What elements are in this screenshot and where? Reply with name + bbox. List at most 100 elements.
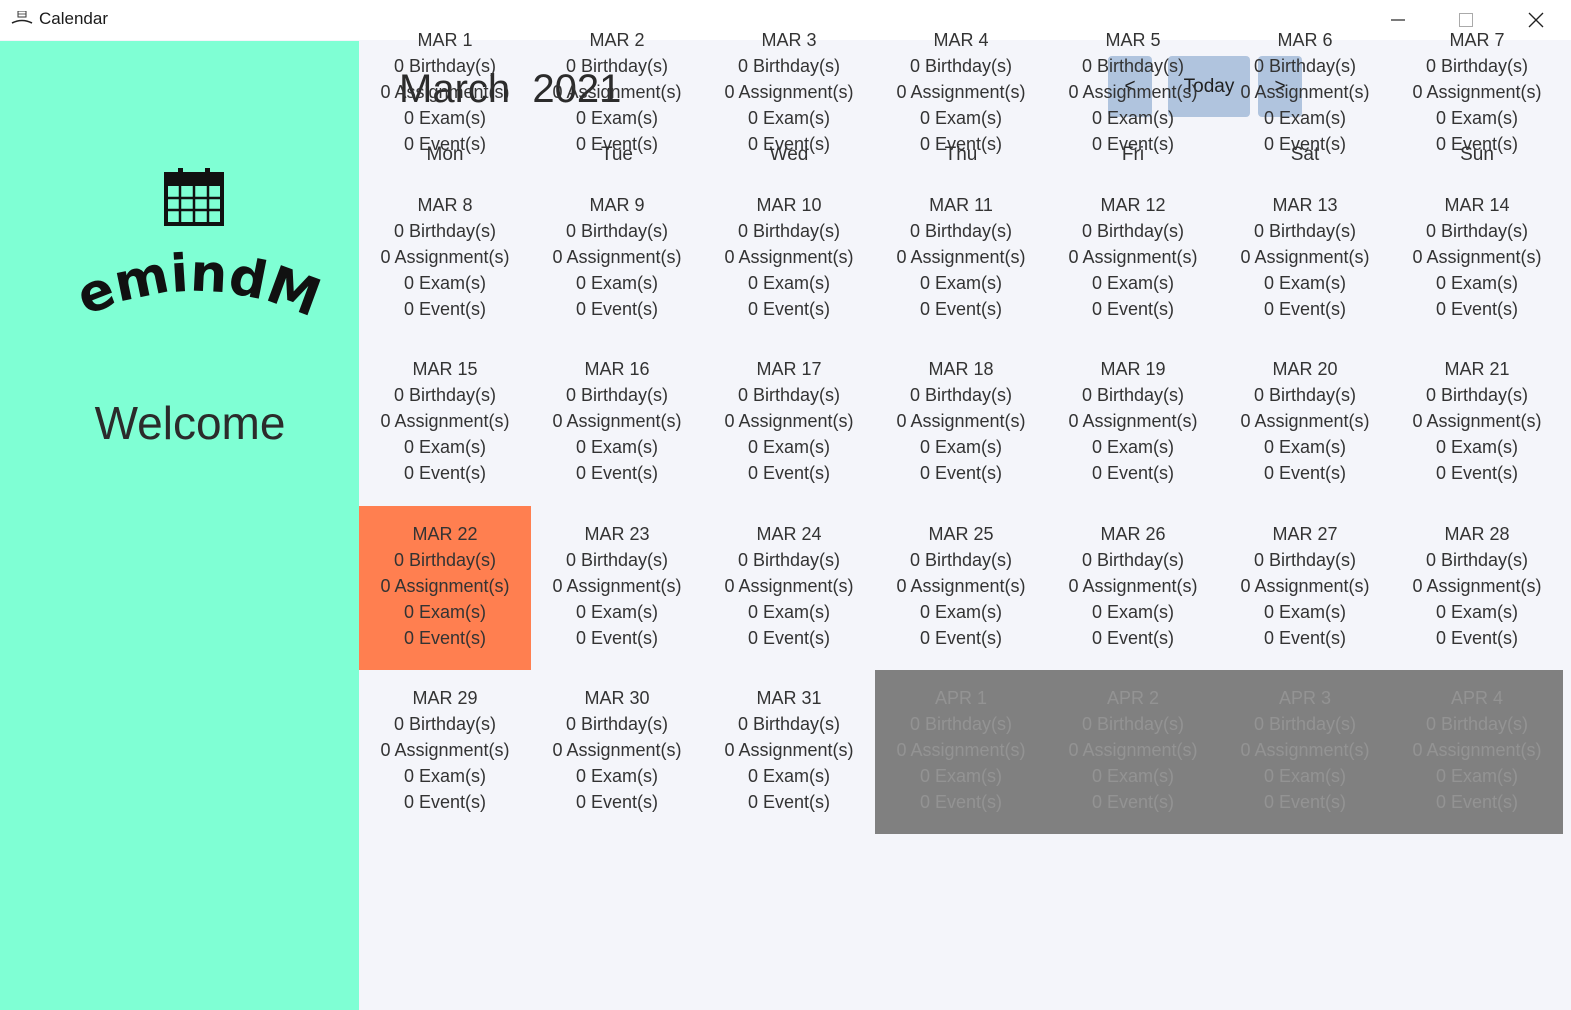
assignment-count: 0 Assignment(s) [380,575,510,596]
exam-count: 0 Exam(s) [1435,766,1518,786]
birthday-count: 0 Birthday(s) [1425,220,1529,241]
assignment-count: 0 Assignment(s) [1068,246,1198,267]
assignment-count: 0 Assignment(s) [1412,411,1542,431]
exam-count: 0 Exam(s) [403,108,486,128]
day-cell[interactable]: MAR 15 0 Birthday(s) 0 Assignment(s) 0 Exam… [359,341,531,505]
day-cell[interactable]: APR 4 0 Birthday(s) 0 Assignment(s) 0 Exam(… [1391,670,1563,834]
day-date: APR 1 [934,688,988,708]
birthday-count: 0 Birthday(s) [565,56,669,76]
event-count: 0 Event(s) [919,627,1003,648]
day-cell[interactable]: MAR 22 0 Birthday(s) 0 Assignment(s) 0 Exam… [359,505,531,670]
day-cell[interactable]: MAR 4 0 Birthday(s) 0 Assignment(s) 0 Exam(… [875,12,1047,176]
day-cell[interactable]: MAR 31 0 Birthday(s) 0 Assignment(s) 0 Exam… [703,670,875,834]
exam-count: 0 Exam(s) [919,108,1002,128]
exam-count: 0 Exam(s) [919,272,1002,293]
event-count: 0 Event(s) [1435,792,1519,812]
day-date: MAR 9 [589,194,645,215]
day-cell[interactable]: MAR 26 0 Birthday(s) 0 Assignment(s) 0 Exam… [1047,506,1219,670]
event-count: 0 Event(s) [403,627,487,648]
remindme-logo: RemindMe [60,226,328,326]
day-cell[interactable]: MAR 23 0 Birthday(s) 0 Assignment(s) 0 Exam… [531,506,703,670]
exam-count: 0 Exam(s) [1263,601,1346,622]
birthday-count: 0 Birthday(s) [909,220,1013,241]
day-date: APR 4 [1450,688,1504,708]
assignment-count: 0 Assignment(s) [1412,246,1542,267]
birthday-count: 0 Birthday(s) [565,549,669,570]
day-cell[interactable]: APR 3 0 Birthday(s) 0 Assignment(s) 0 Exam(… [1219,670,1391,834]
exam-count: 0 Exam(s) [1091,437,1174,457]
event-count: 0 Event(s) [575,134,659,154]
day-cell[interactable]: MAR 29 0 Birthday(s) 0 Assignment(s) 0 Exam… [359,670,531,834]
day-cell[interactable]: MAR 17 0 Birthday(s) 0 Assignment(s) 0 Exam… [703,341,875,505]
exam-count: 0 Exam(s) [575,766,658,786]
birthday-count: 0 Birthday(s) [1425,714,1529,734]
day-date: MAR 31 [756,688,822,708]
day-cell[interactable]: MAR 10 0 Birthday(s) 0 Assignment(s) 0 Exam… [703,177,875,341]
birthday-count: 0 Birthday(s) [1253,385,1357,405]
day-date: MAR 22 [412,523,478,544]
day-cell[interactable]: MAR 18 0 Birthday(s) 0 Assignment(s) 0 Exam… [875,341,1047,505]
birthday-count: 0 Birthday(s) [565,385,669,405]
event-count: 0 Event(s) [747,298,831,319]
day-cell[interactable]: MAR 5 0 Birthday(s) 0 Assignment(s) 0 Exam(… [1047,12,1219,176]
assignment-count: 0 Assignment(s) [1068,411,1198,431]
day-date: MAR 18 [928,359,994,379]
day-cell[interactable]: MAR 13 0 Birthday(s) 0 Assignment(s) 0 Exam… [1219,177,1391,341]
event-count: 0 Event(s) [1435,298,1519,319]
day-cell[interactable]: MAR 16 0 Birthday(s) 0 Assignment(s) 0 Exam… [531,341,703,505]
event-count: 0 Event(s) [747,134,831,154]
birthday-count: 0 Birthday(s) [1425,56,1529,76]
day-cell[interactable]: MAR 27 0 Birthday(s) 0 Assignment(s) 0 Exam… [1219,506,1391,670]
day-date: MAR 1 [417,30,473,50]
event-count: 0 Event(s) [1091,463,1175,483]
exam-count: 0 Exam(s) [575,601,658,622]
day-date: MAR 23 [584,523,650,544]
day-cell[interactable]: MAR 14 0 Birthday(s) 0 Assignment(s) 0 Exam… [1391,177,1563,341]
day-cell[interactable]: MAR 1 0 Birthday(s) 0 Assignment(s) 0 Exam(… [359,12,531,176]
assignment-count: 0 Assignment(s) [1240,740,1370,760]
assignment-count: 0 Assignment(s) [1412,575,1542,596]
birthday-count: 0 Birthday(s) [737,549,841,570]
assignment-count: 0 Assignment(s) [380,246,510,267]
day-date: MAR 21 [1444,359,1510,379]
day-cell[interactable]: MAR 7 0 Birthday(s) 0 Assignment(s) 0 Exam(… [1391,12,1563,176]
birthday-count: 0 Birthday(s) [737,220,841,241]
event-count: 0 Event(s) [1091,134,1175,154]
day-cell[interactable]: MAR 6 0 Birthday(s) 0 Assignment(s) 0 Exam(… [1219,12,1391,176]
day-cell[interactable]: APR 1 0 Birthday(s) 0 Assignment(s) 0 Exam(… [875,670,1047,834]
exam-count: 0 Exam(s) [1435,601,1518,622]
day-cell[interactable]: MAR 12 0 Birthday(s) 0 Assignment(s) 0 Exam… [1047,177,1219,341]
day-cell[interactable]: MAR 3 0 Birthday(s) 0 Assignment(s) 0 Exam(… [703,12,875,176]
event-count: 0 Event(s) [747,627,831,648]
event-count: 0 Event(s) [1435,463,1519,483]
assignment-count: 0 Assignment(s) [896,575,1026,596]
birthday-count: 0 Birthday(s) [1253,549,1357,570]
day-cell[interactable]: MAR 28 0 Birthday(s) 0 Assignment(s) 0 Exam… [1391,506,1563,670]
day-cell[interactable]: MAR 2 0 Birthday(s) 0 Assignment(s) 0 Exam(… [531,12,703,176]
assignment-count: 0 Assignment(s) [552,740,682,760]
day-date: MAR 27 [1272,523,1338,544]
exam-count: 0 Exam(s) [1091,766,1174,786]
event-count: 0 Event(s) [1091,792,1175,812]
day-cell[interactable]: MAR 19 0 Birthday(s) 0 Assignment(s) 0 Exam… [1047,341,1219,505]
day-cell[interactable]: MAR 11 0 Birthday(s) 0 Assignment(s) 0 Exam… [875,177,1047,341]
event-count: 0 Event(s) [919,298,1003,319]
day-cell[interactable]: MAR 25 0 Birthday(s) 0 Assignment(s) 0 Exam… [875,506,1047,670]
day-date: MAR 5 [1105,30,1161,50]
day-cell[interactable]: MAR 21 0 Birthday(s) 0 Assignment(s) 0 Exam… [1391,341,1563,505]
assignment-count: 0 Assignment(s) [1240,411,1370,431]
exam-count: 0 Exam(s) [1091,601,1174,622]
day-cell[interactable]: MAR 9 0 Birthday(s) 0 Assignment(s) 0 Exam(… [531,177,703,341]
day-cell[interactable]: MAR 20 0 Birthday(s) 0 Assignment(s) 0 Exam… [1219,341,1391,505]
assignment-count: 0 Assignment(s) [380,411,510,431]
day-cell[interactable]: MAR 8 0 Birthday(s) 0 Assignment(s) 0 Exam(… [359,177,531,341]
day-date: MAR 17 [756,359,822,379]
day-cell[interactable]: APR 2 0 Birthday(s) 0 Assignment(s) 0 Exam(… [1047,670,1219,834]
day-date: APR 3 [1278,688,1332,708]
assignment-count: 0 Assignment(s) [380,82,510,102]
birthday-count: 0 Birthday(s) [1081,56,1185,76]
assignment-count: 0 Assignment(s) [896,740,1026,760]
day-date: MAR 12 [1100,194,1166,215]
day-cell[interactable]: MAR 30 0 Birthday(s) 0 Assignment(s) 0 Exam… [531,670,703,834]
day-cell[interactable]: MAR 24 0 Birthday(s) 0 Assignment(s) 0 Exam… [703,506,875,670]
